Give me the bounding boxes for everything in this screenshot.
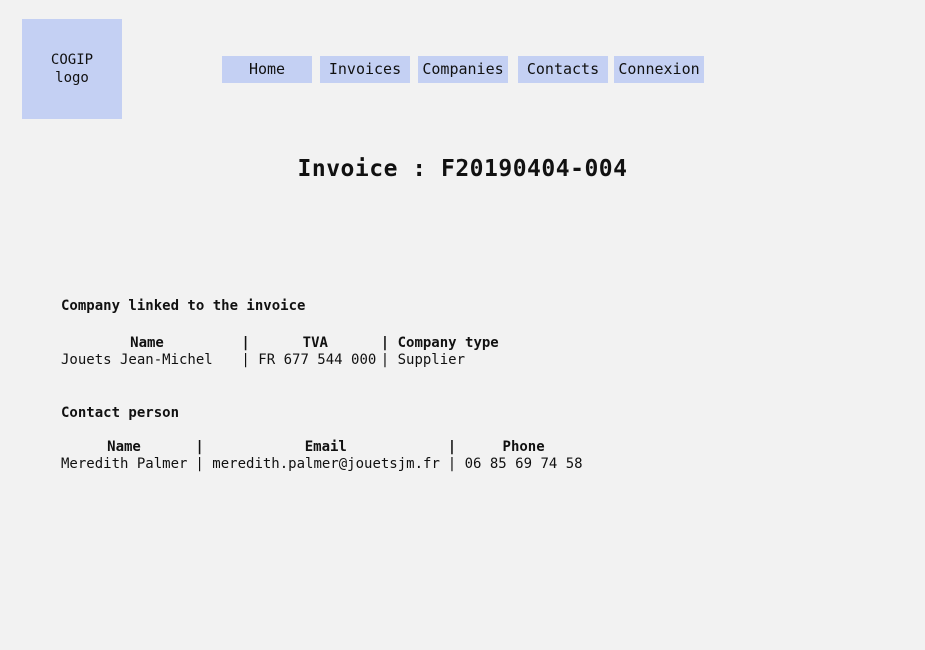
contact-table-row: Meredith Palmer | meredith.palmer@jouets… [61,456,583,473]
company-table-row: Jouets Jean-Michel | FR 677 544 000 | Su… [61,352,465,369]
page: COGIP logo Home Invoices Companies Conta… [0,0,925,650]
contact-header-phone: Phone [502,439,545,455]
nav-contacts-link[interactable]: Contacts [518,56,608,83]
column-separator: | [439,456,465,472]
company-type: Supplier [397,352,466,368]
page-title: Invoice : F20190404-004 [297,156,628,182]
contact-table-header: Name | Email | Phone [61,439,583,456]
contact-email[interactable]: meredith.palmer@jouetsjm.fr [212,456,440,473]
company-tva: FR 677 544 000 [258,352,377,368]
company-header-name: Name [130,335,164,351]
contact-name: Meredith Palmer [61,456,188,472]
column-separator: | [372,335,398,351]
column-separator: | [187,439,213,455]
column-separator: | [439,439,465,455]
company-name: Jouets Jean-Michel [61,352,213,368]
cogip-logo[interactable]: COGIP logo [22,19,122,119]
nav-invoices-link[interactable]: Invoices [320,56,410,83]
column-separator: | [233,335,259,351]
contact-section-title: Contact person [61,405,180,421]
company-table-header: Name | TVA | Company type [61,335,499,352]
contact-header-name: Name [107,439,141,455]
contact-header-email: Email [304,439,347,455]
nav-companies-link[interactable]: Companies [418,56,508,83]
nav-home-link[interactable]: Home [222,56,312,83]
nav-connexion-link[interactable]: Connexion [614,56,704,83]
column-separator: | [233,352,259,368]
company-header-type: Company type [397,335,499,351]
company-header-tva: TVA [302,335,328,351]
company-section-title: Company linked to the invoice [61,298,306,314]
column-separator: | [372,352,398,368]
column-separator: | [187,456,213,472]
contact-phone: 06 85 69 74 58 [464,456,583,472]
